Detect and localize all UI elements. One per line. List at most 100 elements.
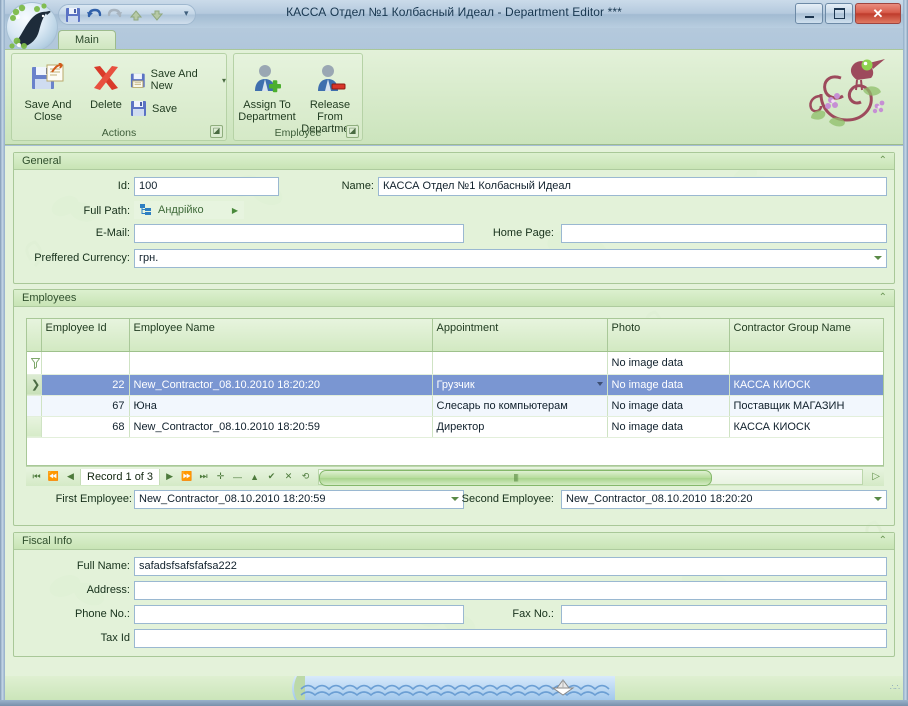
filter-employee-id[interactable] xyxy=(41,351,130,375)
cell-appointment[interactable]: Грузчик xyxy=(432,374,608,396)
fax-field[interactable] xyxy=(561,605,887,624)
filter-employee-name[interactable] xyxy=(129,351,433,375)
cell-contractor-group[interactable]: КАССА КИОСК xyxy=(729,416,883,438)
save-and-new-button[interactable]: Save And New ▾ xyxy=(130,68,226,92)
form-body: General ⌃ Id: 100 Name: КАССА Отдел №1 К… xyxy=(5,146,903,683)
nav-prev-button[interactable]: ◀ xyxy=(63,469,78,485)
column-header-employee-id[interactable]: Employee Id xyxy=(41,319,130,352)
nav-edit-button[interactable]: ▲ xyxy=(247,469,262,485)
full-name-field[interactable]: safadsfsafsfafsa222 xyxy=(134,557,887,576)
second-employee-combobox[interactable]: New_Contractor_08.10.2010 18:20:20 xyxy=(561,490,887,509)
cell-photo[interactable]: No image data xyxy=(607,395,730,417)
filter-icon-cell[interactable] xyxy=(27,351,42,375)
column-header-photo[interactable]: Photo xyxy=(607,319,730,352)
filter-row[interactable]: No image data xyxy=(27,351,883,375)
delete-button[interactable]: Delete xyxy=(74,59,138,111)
full-path-breadcrumb[interactable]: Андрійко ▶ xyxy=(134,201,244,219)
cell-contractor-group[interactable]: Поставщик МАГАЗИН xyxy=(729,395,883,417)
address-field[interactable] xyxy=(134,581,887,600)
second-employee-label: Second Employee: xyxy=(461,493,554,505)
save-icon[interactable] xyxy=(65,7,81,23)
table-row[interactable]: 67 Юна Слесарь по компьютерам No image d… xyxy=(27,395,883,417)
fiscal-collapse-icon[interactable]: ⌃ xyxy=(879,535,887,546)
undo-icon[interactable] xyxy=(86,7,102,23)
filter-appointment[interactable] xyxy=(432,351,608,375)
minimize-icon xyxy=(796,4,822,23)
redo-icon[interactable] xyxy=(107,7,123,23)
general-group-header[interactable]: General ⌃ xyxy=(14,153,894,170)
cell-employee-id[interactable]: 68 xyxy=(41,416,130,438)
nav-last-button[interactable]: ⏭ xyxy=(196,469,211,485)
release-from-department-button[interactable]: Release From Department xyxy=(298,59,362,135)
down-icon[interactable] xyxy=(149,7,165,23)
general-collapse-icon[interactable]: ⌃ xyxy=(879,155,887,166)
name-field[interactable]: КАССА Отдел №1 Колбасный Идеал xyxy=(378,177,887,196)
save-and-close-button[interactable]: Save And Close xyxy=(16,59,80,123)
nav-first-button[interactable]: ⏮ xyxy=(29,469,44,485)
minimize-button[interactable] xyxy=(795,3,823,24)
nav-next-page-button[interactable]: ⏩ xyxy=(179,469,194,485)
tax-id-field[interactable] xyxy=(134,629,887,648)
column-header-appointment[interactable]: Appointment xyxy=(432,319,608,352)
cell-appointment[interactable]: Директор xyxy=(432,416,608,438)
grid-horizontal-scrollbar[interactable]: |||| xyxy=(318,468,864,486)
nav-prev-page-button[interactable]: ⏪ xyxy=(46,469,61,485)
column-header-employee-name[interactable]: Employee Name xyxy=(129,319,433,352)
maximize-button[interactable] xyxy=(825,3,853,24)
save-button[interactable]: Save xyxy=(130,100,177,117)
tab-main[interactable]: Main xyxy=(58,30,116,50)
maximize-icon xyxy=(826,4,852,23)
currency-combobox[interactable]: грн. xyxy=(134,249,887,268)
employees-group: Employees ⌃ Employee Id Employee Name Ap… xyxy=(13,289,895,526)
nav-cancel-button[interactable]: ✕ xyxy=(281,469,296,485)
assign-to-department-button[interactable]: Assign To Department xyxy=(236,59,298,123)
cell-employee-id[interactable]: 67 xyxy=(41,395,130,417)
home-page-field[interactable] xyxy=(561,224,887,243)
employees-collapse-icon[interactable]: ⌃ xyxy=(879,292,887,303)
ribbon-group-actions: Save And Close Delete Save And New ▾ Sav… xyxy=(11,53,227,141)
assign-to-department-label: Assign To Department xyxy=(238,99,296,123)
fiscal-group-title: Fiscal Info xyxy=(22,535,73,547)
actions-dialog-launcher[interactable]: ◪ xyxy=(210,125,223,138)
chevron-down-icon[interactable] xyxy=(874,497,882,501)
application-logo[interactable] xyxy=(6,2,58,52)
nav-scroll-right-icon[interactable]: ▷ xyxy=(868,471,884,482)
chevron-down-icon[interactable] xyxy=(874,256,882,260)
resize-grip[interactable]: ∴∴ xyxy=(888,684,900,698)
table-row[interactable]: 68 New_Contractor_08.10.2010 18:20:59 Ди… xyxy=(27,416,883,438)
employee-dialog-launcher[interactable]: ◪ xyxy=(346,125,359,138)
nav-refresh-button[interactable]: ⟲ xyxy=(298,469,313,485)
chevron-down-icon[interactable]: ▾ xyxy=(222,76,226,85)
table-row[interactable]: ❯ 22 New_Contractor_08.10.2010 18:20:20 … xyxy=(27,374,883,396)
cell-photo[interactable]: No image data xyxy=(607,416,730,438)
cell-appointment[interactable]: Слесарь по компьютерам xyxy=(432,395,608,417)
fiscal-group-header[interactable]: Fiscal Info ⌃ xyxy=(14,533,894,550)
cell-employee-name[interactable]: New_Contractor_08.10.2010 18:20:20 xyxy=(129,374,433,396)
nav-accept-button[interactable]: ✔ xyxy=(264,469,279,485)
full-path-label: Full Path: xyxy=(83,205,130,217)
filter-photo[interactable]: No image data xyxy=(607,351,730,375)
close-button[interactable]: ✕ xyxy=(855,3,901,24)
cell-employee-name[interactable]: New_Contractor_08.10.2010 18:20:59 xyxy=(129,416,433,438)
nav-remove-button[interactable]: — xyxy=(230,469,245,485)
chevron-down-icon[interactable] xyxy=(596,381,603,386)
save-and-new-label: Save And New xyxy=(150,68,198,92)
nav-next-button[interactable]: ▶ xyxy=(162,469,177,485)
cell-photo[interactable]: No image data xyxy=(607,374,730,396)
cell-employee-id[interactable]: 22 xyxy=(41,374,130,396)
cell-contractor-group[interactable]: КАССА КИОСК xyxy=(729,374,883,396)
up-icon[interactable] xyxy=(128,7,144,23)
window-frame-right xyxy=(903,0,908,706)
full-path-next-icon[interactable]: ▶ xyxy=(232,206,238,215)
quick-access-more-button[interactable]: ▾ xyxy=(184,8,189,19)
employees-group-header[interactable]: Employees ⌃ xyxy=(14,290,894,307)
first-employee-label: First Employee: xyxy=(55,493,132,505)
scrollbar-track[interactable]: |||| xyxy=(318,468,864,486)
nav-add-button[interactable]: ✛ xyxy=(213,469,228,485)
employees-grid[interactable]: Employee Id Employee Name Appointment Ph… xyxy=(26,318,884,466)
filter-contractor-group[interactable] xyxy=(729,351,883,375)
column-header-contractor-group-name[interactable]: Contractor Group Name xyxy=(729,319,883,352)
scrollbar-thumb[interactable]: |||| xyxy=(319,469,713,486)
cell-employee-name[interactable]: Юна xyxy=(129,395,433,417)
save-and-close-label: Save And Close xyxy=(24,99,72,123)
